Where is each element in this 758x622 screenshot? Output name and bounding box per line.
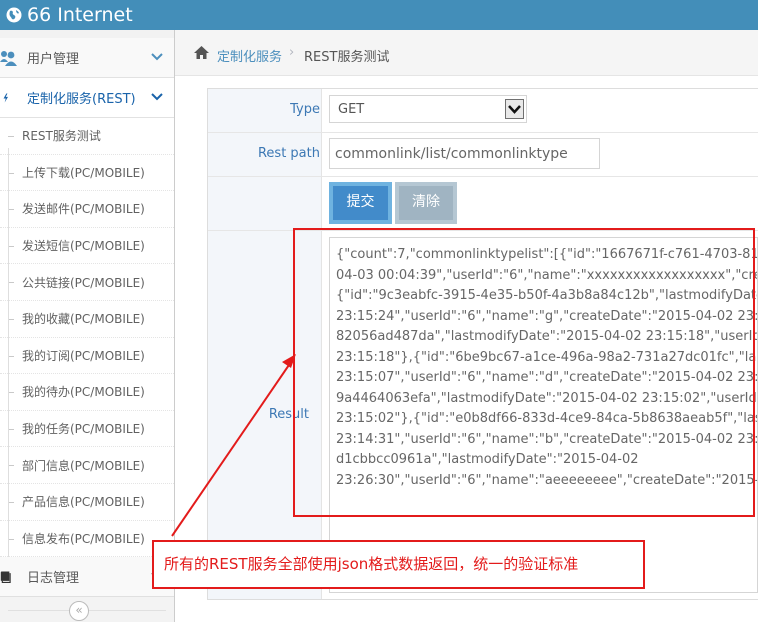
annotation-note: 所有的REST服务全部使用json格式数据返回，统一的验证标准 — [152, 540, 645, 589]
annotation-arrow — [171, 354, 296, 537]
annotation-note-text: 所有的REST服务全部使用json格式数据返回，统一的验证标准 — [164, 555, 579, 573]
